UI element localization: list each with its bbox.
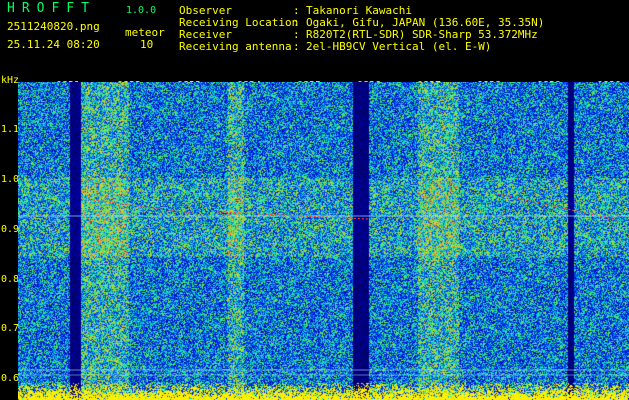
- y-tick-label: 0.6: [1, 373, 20, 384]
- y-axis-unit: kHz: [1, 75, 20, 86]
- info-antenna-key: Receiving antenna: [179, 40, 292, 53]
- y-tick-label: 0.7: [1, 323, 20, 334]
- spectrogram-overlay: [18, 193, 629, 376]
- spectrogram: [18, 82, 629, 400]
- meteor-trace: [92, 199, 199, 215]
- y-tick-label: 1.0: [1, 174, 20, 185]
- info-sep: :: [293, 40, 300, 53]
- info-antenna-value: 2el-HB9CV Vertical (el. E-W): [306, 40, 492, 53]
- filename-label: 2511240820.png: [7, 20, 100, 33]
- y-tick-label: 0.8: [1, 274, 20, 285]
- y-tick-label: 0.9: [1, 224, 20, 235]
- meteor-count: 10: [140, 38, 154, 51]
- datetime-label: 25.11.24 08:20: [7, 38, 100, 51]
- app-title: HROFFT: [7, 1, 96, 16]
- version-label: 1.0.0: [126, 5, 157, 16]
- y-tick-label: 1.1: [1, 124, 20, 135]
